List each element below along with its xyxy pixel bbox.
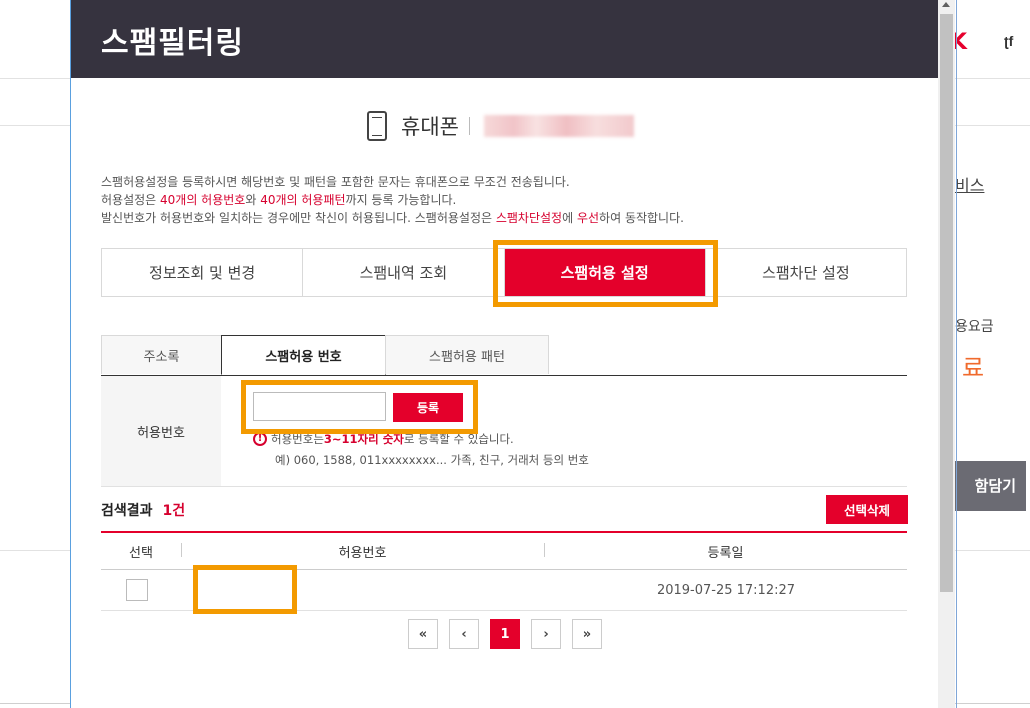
device-info: 휴대폰 [367, 108, 634, 144]
column-header-select: 선택 [129, 545, 153, 561]
results-count: 1건 [162, 503, 186, 519]
tab-spam-block[interactable]: 스팸차단 설정 [706, 249, 906, 296]
scroll-thumb[interactable] [940, 14, 953, 592]
next-page-button[interactable]: › [531, 619, 561, 649]
allow-number-form: 허용번호 등록 ! 허용번호는 3~11자리 숫자 로 등록할 수 있습니다. 예… [101, 376, 907, 487]
popup-title: 스팸필터링 [101, 26, 244, 61]
highlight-box [241, 380, 478, 434]
results-title: 검색결과 1건 [101, 503, 186, 519]
page-button[interactable]: 1 [490, 619, 520, 649]
brand-logo-text[interactable]: ʈf [1004, 33, 1013, 49]
popup-header: 스팸필터링 [71, 0, 938, 78]
row-checkbox[interactable] [126, 579, 148, 601]
spam-filter-popup: 스팸필터링 휴대폰 스팸허용설정을 등록하시면 해당번호 및 패턴을 포함한 문… [71, 0, 938, 708]
subtab-allow-pattern[interactable]: 스팸허용 패턴 [385, 335, 549, 374]
scroll-up-icon[interactable] [942, 2, 950, 7]
bg-frame-edge [956, 0, 957, 708]
scrollbar[interactable] [938, 0, 955, 708]
notice-line: 허용설정은 40개의 허용번호와 40개의 허용패턴까지 등록 가능합니다. [101, 193, 457, 207]
pagination: « ‹ 1 › » [408, 619, 602, 649]
highlight-box [493, 240, 718, 307]
tab-info[interactable]: 정보조회 및 변경 [102, 249, 304, 296]
highlight-box [193, 565, 297, 614]
subtab-address-book[interactable]: 주소록 [101, 335, 222, 374]
help-example: 예) 060, 1588, 011xxxxxxxx... 가족, 친구, 거래처… [275, 453, 589, 467]
bg-price-text: 료 [962, 354, 985, 382]
notice-line: 발신번호가 허용번호와 일치하는 경우에만 착신이 허용됩니다. 스팸허용설정은… [101, 211, 684, 225]
allow-number-label: 허용번호 [101, 376, 221, 486]
subtab-allow-number[interactable]: 스팸허용 번호 [221, 335, 386, 375]
column-header-date: 등록일 [707, 545, 744, 561]
alert-icon: ! [253, 432, 267, 446]
sub-tabs: 주소록 스팸허용 번호 스팸허용 패턴 [101, 335, 907, 376]
notice-line: 스팸허용설정을 등록하시면 해당번호 및 패턴을 포함한 문자는 휴대폰으로 무… [101, 175, 570, 189]
bg-label-text: 용요금 [955, 319, 994, 335]
phone-icon [367, 111, 387, 141]
delete-selected-button[interactable]: 선택삭제 [826, 495, 908, 524]
row-date: 2019-07-25 17:12:27 [656, 582, 796, 598]
tab-spam-history[interactable]: 스팸내역 조회 [303, 249, 505, 296]
divider [468, 117, 470, 135]
column-header-number: 허용번호 [338, 545, 387, 561]
prev-page-button[interactable]: ‹ [449, 619, 479, 649]
first-page-button[interactable]: « [408, 619, 438, 649]
device-label: 휴대폰 [401, 115, 459, 139]
notice-text: 스팸허용설정을 등록하시면 해당번호 및 패턴을 포함한 문자는 휴대폰으로 무… [101, 173, 684, 227]
phone-number-blurred [483, 115, 634, 137]
bg-menu-text[interactable]: 비스 [955, 172, 984, 196]
last-page-button[interactable]: » [572, 619, 602, 649]
